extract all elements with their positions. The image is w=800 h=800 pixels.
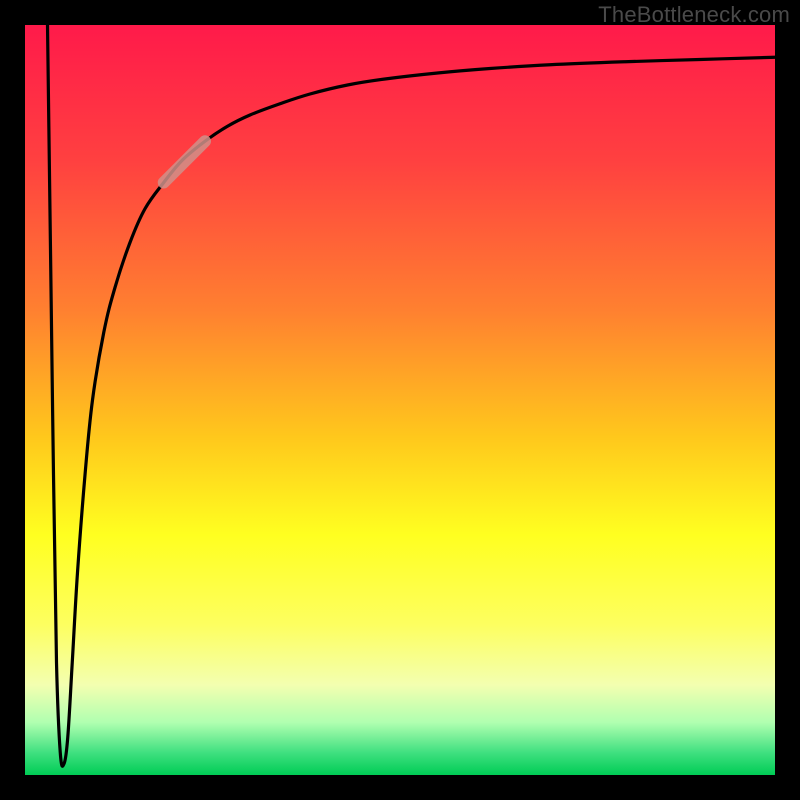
chart-frame: TheBottleneck.com (0, 0, 800, 800)
highlight-segment (164, 141, 205, 182)
bottleneck-curve (48, 25, 776, 766)
curve-layer (25, 25, 775, 775)
